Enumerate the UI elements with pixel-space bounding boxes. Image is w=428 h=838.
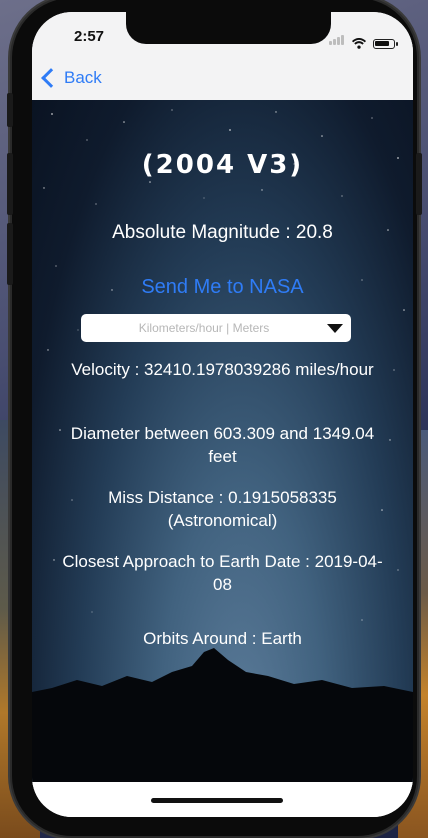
asteroid-name: (2004 V3) <box>141 150 304 180</box>
caret-down-icon <box>327 323 343 333</box>
chevron-left-icon <box>41 68 61 88</box>
screen: 2:57 Back (2004 V3) Absolute Magnitude:… <box>32 12 413 817</box>
power-button <box>416 153 422 215</box>
navigation-bar: Back <box>32 62 413 100</box>
diameter-label: Diameter between 603.309 and 1349.04 fee… <box>70 424 375 466</box>
volume-up-button <box>7 153 13 215</box>
back-label: Back <box>64 68 102 87</box>
volume-down-button <box>7 223 13 285</box>
phone-frame: 2:57 Back (2004 V3) Absolute Magnitude:… <box>7 0 422 836</box>
back-button[interactable]: Back <box>40 68 102 88</box>
asteroid-detail-view: (2004 V3) Absolute Magnitude : 20.8 Send… <box>32 100 413 782</box>
closest-approach-label: Closest Approach to Earth Date : 2019-04… <box>62 552 383 594</box>
notch <box>126 12 331 44</box>
home-indicator[interactable] <box>151 798 283 803</box>
velocity-label: Velocity : 32410.1978039286 miles/hour <box>71 360 374 379</box>
status-time: 2:57 <box>74 28 105 45</box>
absolute-magnitude: Absolute Magnitude : 20.8 <box>112 222 333 243</box>
mountain-silhouette <box>32 648 413 782</box>
wifi-icon <box>351 38 367 49</box>
miss-distance-label: Miss Distance : 0.1915058335 (Astronomic… <box>108 488 337 530</box>
status-icons <box>329 30 398 49</box>
orbits-label: Orbits Around : Earth <box>143 629 302 648</box>
battery-icon <box>373 39 398 49</box>
cellular-signal-icon <box>329 30 345 49</box>
send-to-nasa-button[interactable]: Send Me to NASA <box>32 276 413 299</box>
mute-switch <box>7 93 13 127</box>
unit-dropdown[interactable]: Kilometers/hour | Meters <box>81 314 351 342</box>
status-bar: 2:57 <box>32 12 413 62</box>
unit-dropdown-value: Kilometers/hour | Meters <box>138 321 270 335</box>
